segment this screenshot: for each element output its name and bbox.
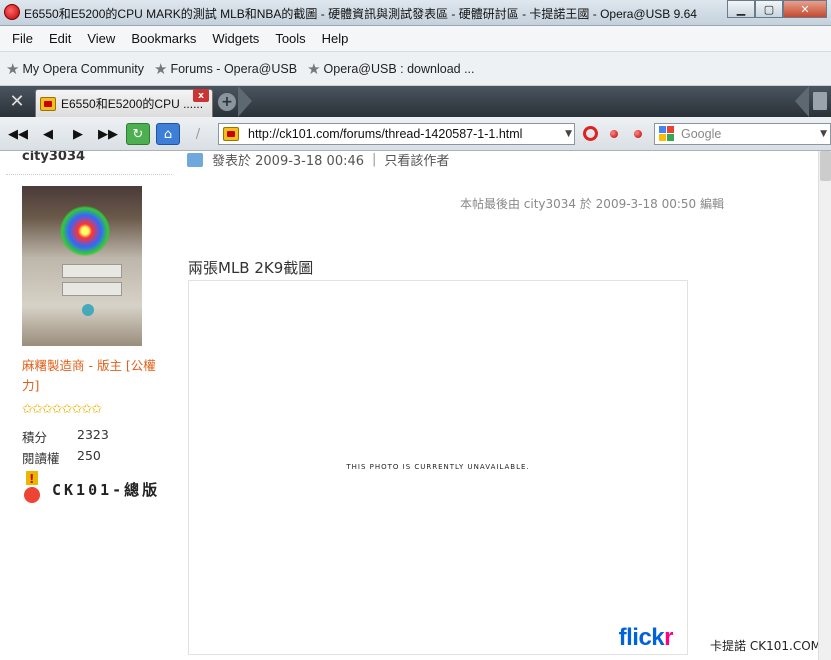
flickr-logo: flickr (618, 624, 674, 651)
notification-icon[interactable] (634, 130, 642, 138)
stat-label: 積分 (22, 430, 48, 445)
close-window-button[interactable]: ✕ (783, 0, 827, 18)
meta-separator: | (372, 152, 377, 167)
site-watermark: 卡提諾 CK101.COM (710, 639, 821, 653)
google-icon (659, 126, 675, 142)
tab-bar: ✕ E6550和E5200的CPU ...... x + (0, 86, 831, 117)
vertical-scrollbar[interactable] (818, 151, 831, 660)
medal-label: CK101-總版 (52, 481, 161, 499)
medal-icon: ! (22, 471, 42, 505)
user-sidebar: city3034 麻糬製造商 - 版主 [公權力] ✩✩✩✩✩✩✩✩ 積分 23… (0, 151, 172, 660)
menu-edit[interactable]: Edit (41, 31, 79, 46)
avatar-power (82, 304, 94, 316)
fast-forward-icon[interactable]: ▶▶ (96, 123, 120, 145)
address-url: http://ck101.com/forums/thread-1420587-1… (248, 127, 523, 141)
window-title: E6550和E5200的CPU MARK的測試 MLB和NBA的截圖 - 硬體資… (24, 7, 697, 21)
bookmark-label: My Opera Community (22, 61, 145, 76)
bookmark-label: Opera@USB : download ... (323, 61, 475, 76)
tab-active[interactable]: E6550和E5200的CPU ...... x (35, 89, 213, 117)
menu-view[interactable]: View (79, 31, 123, 46)
menu-widgets[interactable]: Widgets (204, 31, 267, 46)
window-titlebar: E6550和E5200的CPU MARK的測試 MLB和NBA的截圖 - 硬體資… (0, 0, 831, 26)
avatar-bay (62, 282, 122, 296)
post-date: 發表於 2009-3-18 00:46 (212, 154, 365, 169)
edit-pen-icon[interactable]: / (186, 123, 210, 145)
site-favicon-icon (40, 96, 56, 111)
opera-app-icon (4, 4, 20, 20)
bookmark-my-opera[interactable]: ★ My Opera Community (6, 60, 144, 78)
stat-read-permission: 閱讀權 250 (22, 448, 101, 467)
maximize-button[interactable]: ▢ (755, 0, 783, 18)
avatar-fan (60, 206, 110, 256)
star-icon: ★ (6, 60, 20, 78)
rank-stars: ✩✩✩✩✩✩✩✩ (22, 402, 102, 417)
photo-unavailable-message: This photo is currently unavailable. (346, 463, 530, 471)
tab-scroll-right-icon (795, 86, 809, 117)
user-title: 麻糬製造商 - 版主 [公權力] (22, 358, 156, 393)
tab-scroll-icon (238, 86, 252, 117)
tools-icon[interactable]: ✕ (4, 90, 30, 113)
chevron-down-icon[interactable]: ▼ (820, 129, 827, 139)
reload-icon[interactable]: ↻ (126, 123, 150, 145)
bookmark-download[interactable]: ★ Opera@USB : download ... (307, 60, 474, 78)
navigation-toolbar: ◀◀ ◀ ▶ ▶▶ ↻ ⌂ / http://ck101.com/forums/… (0, 117, 831, 151)
trash-icon[interactable] (813, 92, 827, 110)
notification-icon[interactable] (610, 130, 618, 138)
page-content: city3034 麻糬製造商 - 版主 [公權力] ✩✩✩✩✩✩✩✩ 積分 23… (0, 151, 831, 660)
bookmark-forums[interactable]: ★ Forums - Opera@USB (154, 60, 297, 78)
menu-bookmarks[interactable]: Bookmarks (123, 31, 204, 46)
flickr-photo-placeholder[interactable]: This photo is currently unavailable. fli… (188, 280, 688, 655)
menu-file[interactable]: File (4, 31, 41, 46)
star-icon: ★ (307, 60, 321, 78)
divider (6, 174, 172, 175)
bookmarks-bar: ★ My Opera Community ★ Forums - Opera@US… (0, 52, 831, 86)
menu-tools[interactable]: Tools (267, 31, 313, 46)
address-field[interactable]: http://ck101.com/forums/thread-1420587-1… (218, 123, 575, 145)
site-favicon-icon (223, 127, 239, 141)
back-icon[interactable]: ◀ (36, 123, 60, 145)
edit-note: 本帖最後由 city3034 於 2009-3-18 00:50 編輯 (459, 197, 724, 211)
forward-icon[interactable]: ▶ (66, 123, 90, 145)
user-icon (187, 152, 203, 167)
new-tab-button[interactable]: + (218, 93, 236, 111)
scrollbar-thumb[interactable] (820, 151, 831, 181)
star-icon: ★ (154, 60, 168, 78)
tab-label: E6550和E5200的CPU ...... (61, 97, 204, 111)
stat-value: 2323 (77, 427, 109, 442)
post-meta: 發表於 2009-3-18 00:46 | 只看該作者 (187, 151, 449, 169)
rewind-icon[interactable]: ◀◀ (6, 123, 30, 145)
search-placeholder: Google (681, 127, 722, 141)
stat-points: 積分 2323 (22, 427, 109, 446)
minimize-button[interactable]: ▁ (727, 0, 755, 18)
home-icon[interactable]: ⌂ (156, 123, 180, 145)
tab-close-icon[interactable]: x (193, 89, 209, 102)
stat-value: 250 (77, 448, 101, 463)
post-heading: 兩張MLB 2K9截圖 (188, 259, 314, 277)
stat-label: 閱讀權 (22, 451, 60, 466)
avatar-bay (62, 264, 122, 278)
user-avatar[interactable] (22, 186, 142, 346)
post-username[interactable]: city3034 (22, 151, 85, 164)
menu-bar: File Edit View Bookmarks Widgets Tools H… (0, 26, 831, 52)
bookmark-label: Forums - Opera@USB (170, 61, 298, 76)
search-field[interactable]: Google ▼ (654, 123, 831, 145)
author-only-link[interactable]: 只看該作者 (384, 151, 449, 169)
menu-help[interactable]: Help (314, 31, 357, 46)
window-controls: ▁ ▢ ✕ (727, 0, 827, 18)
chevron-down-icon[interactable]: ▼ (565, 129, 572, 139)
opera-link-icon[interactable] (583, 126, 598, 141)
